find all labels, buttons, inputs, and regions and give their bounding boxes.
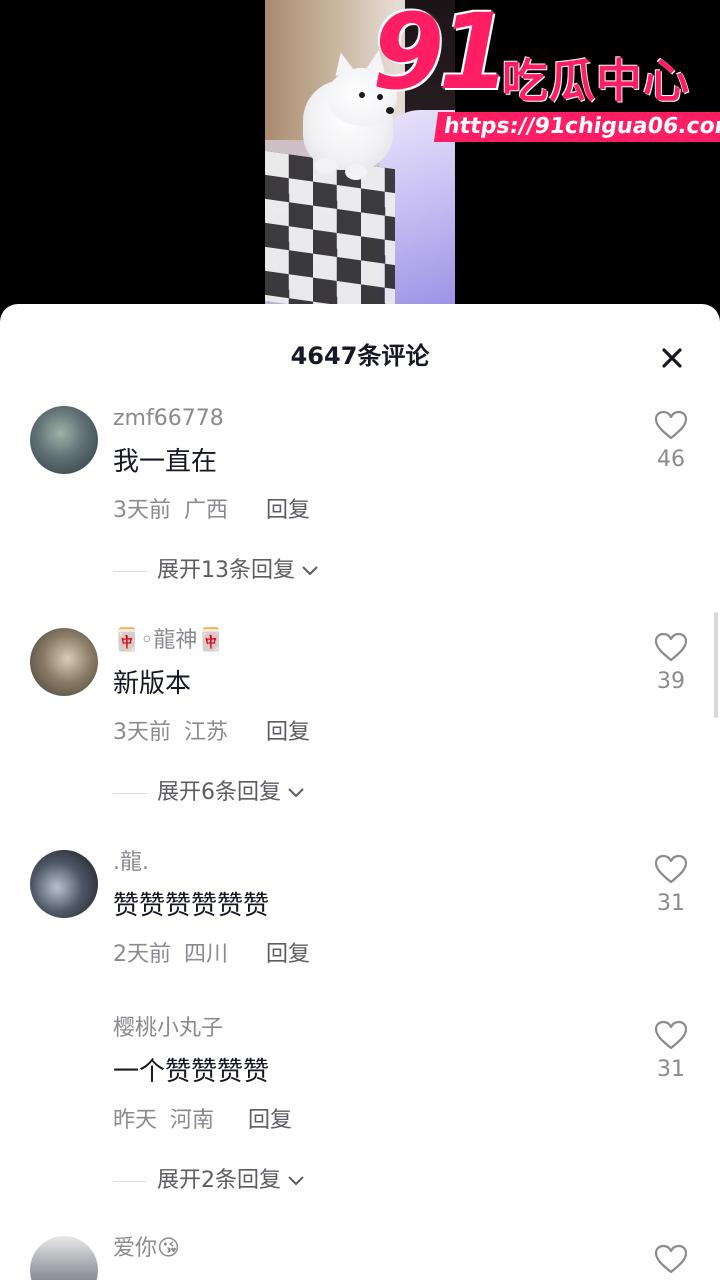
like-count: 39: [657, 669, 685, 694]
divider: [113, 1180, 147, 1182]
like-count: 31: [657, 891, 685, 916]
comment-text: 一个赞赞赞赞: [113, 1057, 270, 1087]
comment-sheet: 4647条评论 zmf66778 我一直在 3天前 广西 回复 展开13条回复: [0, 304, 720, 1280]
expand-replies-label: 展开2条回复: [157, 1168, 281, 1193]
expand-replies-button[interactable]: 展开13条回复: [113, 554, 319, 588]
divider: [113, 570, 147, 572]
chevron-down-icon: [301, 565, 319, 577]
comment-time: 3天前: [113, 498, 171, 523]
comment-time: 2天前: [113, 942, 171, 967]
avatar[interactable]: [30, 850, 98, 918]
comment-username[interactable]: 樱桃小丸子: [113, 1014, 223, 1044]
comment-meta: 3天前 江苏: [113, 718, 234, 748]
expand-replies-label: 展开6条回复: [157, 780, 281, 805]
heart-outline-icon: [654, 410, 688, 440]
comment-username[interactable]: 🀄◦龍神🀄: [113, 626, 225, 656]
comment-text: 赞赞赞赞赞赞: [113, 891, 270, 921]
close-icon: [662, 348, 682, 368]
reply-button[interactable]: 回复: [248, 1106, 292, 1136]
expand-replies-button[interactable]: 展开6条回复: [113, 776, 305, 810]
like-button[interactable]: 46: [648, 410, 694, 474]
close-button[interactable]: [652, 340, 692, 376]
heart-outline-icon: [654, 1020, 688, 1050]
comment-location: 河南: [170, 1108, 215, 1133]
comment-list-scrollbar[interactable]: [714, 612, 718, 718]
video-frame-dog-paw: [345, 164, 367, 180]
watermark-number: 91: [372, 0, 511, 113]
comment-location: 广西: [184, 498, 229, 523]
comment-time: 3天前: [113, 720, 171, 745]
like-count: 46: [657, 447, 685, 472]
comment-count-title: 4647条评论: [290, 342, 430, 370]
expand-replies-label: 展开13条回复: [157, 558, 295, 583]
like-button[interactable]: 39: [648, 632, 694, 696]
video-frame-blanket: [265, 150, 395, 304]
comment-meta: 昨天 河南: [113, 1106, 220, 1136]
watermark-url: https://91chigua06.com: [433, 112, 720, 142]
site-watermark: 91 吃瓜中心 https://91chigua06.com: [372, 0, 720, 154]
video-frame-dog-eye: [359, 92, 365, 98]
comment-text: 我一直在: [113, 447, 218, 477]
comment-meta: 2天前 四川: [113, 940, 234, 970]
comment-text: 新版本: [113, 669, 192, 699]
comment-time: 昨天: [113, 1108, 158, 1133]
reply-button[interactable]: 回复: [266, 496, 310, 526]
avatar[interactable]: [30, 406, 98, 474]
like-button[interactable]: [648, 1244, 694, 1274]
divider: [113, 792, 147, 794]
like-button[interactable]: 31: [648, 1020, 694, 1084]
avatar[interactable]: [30, 628, 98, 696]
watermark-name: 吃瓜中心: [502, 54, 690, 108]
comment-username[interactable]: .龍.: [113, 848, 149, 878]
comment-username[interactable]: zmf66778: [113, 404, 224, 434]
heart-outline-icon: [654, 854, 688, 884]
comment-location: 四川: [184, 942, 229, 967]
comment-location: 江苏: [184, 720, 229, 745]
chevron-down-icon: [287, 787, 305, 799]
chevron-down-icon: [287, 1175, 305, 1187]
reply-button[interactable]: 回复: [266, 940, 310, 970]
heart-outline-icon: [654, 632, 688, 662]
reply-button[interactable]: 回复: [266, 718, 310, 748]
like-count: 31: [657, 1057, 685, 1082]
comment-meta: 3天前 广西: [113, 496, 234, 526]
expand-replies-button[interactable]: 展开2条回复: [113, 1164, 305, 1198]
comment-username[interactable]: 爱你😘: [113, 1234, 180, 1264]
avatar[interactable]: [30, 1236, 98, 1280]
heart-outline-icon: [654, 1244, 688, 1274]
app-screen: 91 吃瓜中心 https://91chigua06.com 4647条评论 z…: [0, 0, 720, 1280]
video-frame-dog-paw: [315, 158, 337, 174]
like-button[interactable]: 31: [648, 854, 694, 918]
